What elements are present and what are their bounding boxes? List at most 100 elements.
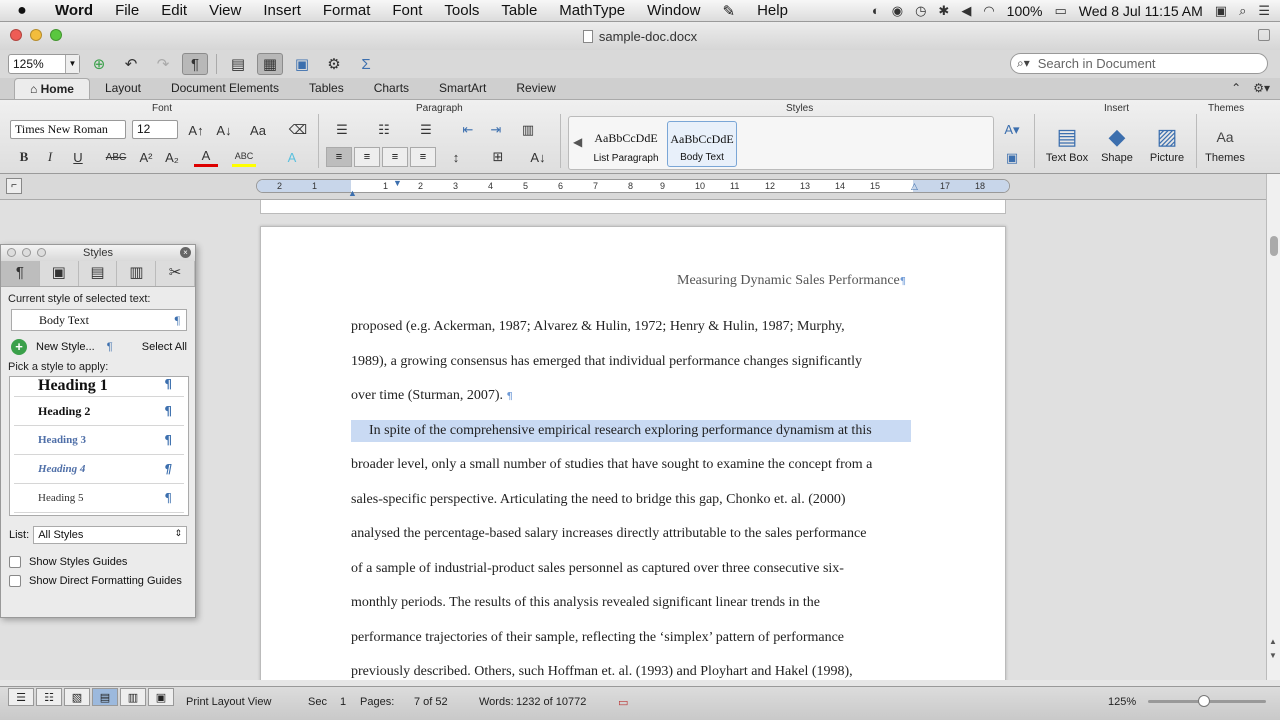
bluetooth-icon[interactable]: ✱ (938, 3, 949, 19)
underline-icon[interactable]: U (66, 147, 90, 167)
change-case-icon[interactable]: Aa (246, 120, 270, 140)
show-direct-formatting-row[interactable]: Show Direct Formatting Guides (1, 575, 195, 587)
menu-window[interactable]: Window (636, 2, 711, 19)
menu-view[interactable]: View (198, 2, 252, 19)
undo-icon[interactable]: ↶ (118, 53, 144, 75)
borders-icon[interactable]: ⊞ (486, 147, 510, 167)
script-menu-icon[interactable]: ✎ (712, 2, 747, 20)
clear-formatting-icon[interactable]: ⌫ (286, 120, 310, 140)
menu-font[interactable]: Font (381, 2, 433, 19)
wifi-icon[interactable]: ◠ (983, 3, 994, 19)
clock[interactable]: Wed 8 Jul 11:15 AM (1079, 3, 1203, 19)
menu-tools[interactable]: Tools (433, 2, 490, 19)
new-style-button[interactable]: New Style... (36, 341, 95, 353)
shrink-font-icon[interactable]: A↓ (212, 120, 236, 140)
show-formatting-icon[interactable]: ¶ (182, 53, 208, 75)
tab-selector-icon[interactable]: ⌐ (6, 178, 22, 194)
tools-tab-icon[interactable]: ✂ (156, 261, 195, 286)
menu-mathtype[interactable]: MathType (548, 2, 636, 19)
print-layout-icon[interactable]: ▦ (257, 53, 283, 75)
scroll-down-icon[interactable]: ▼ (1269, 651, 1277, 660)
style-heading-2[interactable]: Heading 2 ¶ (14, 397, 184, 426)
sync-icon[interactable]: ◐ (872, 3, 880, 18)
menu-help[interactable]: Help (746, 2, 799, 19)
zoom-slider[interactable] (1148, 695, 1266, 707)
close-window-button[interactable] (10, 29, 22, 41)
first-line-indent-marker[interactable]: ▼ (393, 178, 402, 188)
font-color-icon[interactable]: A (194, 147, 218, 167)
grow-font-icon[interactable]: A↑ (184, 120, 208, 140)
gallery-prev-icon[interactable]: ◀ (573, 135, 582, 149)
notebook-view-icon[interactable]: ▥ (120, 688, 146, 706)
left-indent-marker[interactable]: ▲ (348, 188, 357, 198)
line-spacing-icon[interactable]: ↕ (444, 147, 468, 167)
strikethrough-icon[interactable]: ABC (104, 147, 128, 167)
notification-list-icon[interactable]: ☰ (1258, 3, 1270, 19)
style-heading-1[interactable]: Heading 1 ¶ (14, 377, 184, 397)
sidebar-icon[interactable]: ▤ (225, 53, 251, 75)
full-screen-view-icon[interactable]: ▣ (148, 688, 174, 706)
insert-shape-button[interactable]: ◆ Shape (1090, 122, 1144, 164)
outline-view-icon[interactable]: ☷ (36, 688, 62, 706)
style-options-icon[interactable]: A▾ (1000, 120, 1024, 140)
styles-tab-icon[interactable]: ¶ (1, 261, 40, 286)
style-heading-4[interactable]: Heading 4 ¶ (14, 455, 184, 484)
subscript-icon[interactable]: A₂ (160, 147, 184, 167)
scrollbar-thumb[interactable] (1270, 236, 1278, 256)
palette-title-bar[interactable]: Styles × (1, 245, 195, 261)
italic-icon[interactable]: I (38, 147, 62, 167)
justify-icon[interactable]: ≡ (410, 147, 436, 167)
palette-min-dot[interactable] (22, 248, 31, 257)
tab-smartart[interactable]: SmartArt (424, 78, 501, 99)
time-machine-icon[interactable]: ◷ (915, 3, 926, 19)
zoom-slider-knob[interactable] (1198, 695, 1210, 707)
align-right-icon[interactable]: ≡ (382, 147, 408, 167)
align-center-icon[interactable]: ≡ (354, 147, 380, 167)
decrease-indent-icon[interactable]: ⇤ (456, 120, 480, 140)
sum-icon[interactable]: Σ (353, 53, 379, 75)
formatting-tab-icon[interactable]: ▣ (40, 261, 79, 286)
tab-tables[interactable]: Tables (294, 78, 359, 99)
show-styles-guides-row[interactable]: Show Styles Guides (1, 556, 195, 568)
palette-zoom-dot[interactable] (37, 248, 46, 257)
zoom-select[interactable]: 125% ▼ (8, 54, 80, 74)
battery-percent[interactable]: 100% (1007, 3, 1043, 19)
tab-review[interactable]: Review (501, 78, 570, 99)
font-name-select[interactable]: Times New Roman (10, 120, 126, 139)
bullets-icon[interactable]: ☰ (330, 120, 354, 140)
select-all-button[interactable]: Select All (142, 341, 187, 353)
eye-icon[interactable]: ◉ (892, 3, 903, 19)
menu-format[interactable]: Format (312, 2, 382, 19)
increase-indent-icon[interactable]: ⇥ (484, 120, 508, 140)
collapse-ribbon-icon[interactable]: ⌃ (1231, 81, 1241, 95)
publishing-view-icon[interactable]: ▧ (64, 688, 90, 706)
style-heading-5[interactable]: Heading 5 ¶ (14, 484, 184, 513)
zoom-window-button[interactable] (50, 29, 62, 41)
themes-button[interactable]: Aa Themes (1198, 122, 1252, 164)
styles-pane-icon[interactable]: ▣ (1000, 148, 1024, 168)
search-input[interactable]: ⌕▾ Search in Document (1010, 53, 1268, 74)
draft-view-icon[interactable]: ☰ (8, 688, 34, 706)
menu-insert[interactable]: Insert (252, 2, 312, 19)
font-size-select[interactable]: 12 (132, 120, 178, 139)
menu-table[interactable]: Table (490, 2, 548, 19)
add-icon[interactable]: + (11, 339, 27, 355)
select-all-icon[interactable]: ¶ (107, 341, 113, 353)
palette-close-dot[interactable] (7, 248, 16, 257)
gallery-icon[interactable]: ▣ (289, 53, 315, 75)
show-styles-guides-checkbox[interactable] (9, 556, 21, 568)
close-palette-icon[interactable]: × (180, 247, 191, 258)
redo-icon[interactable]: ↷ (150, 53, 176, 75)
ribbon-settings-icon[interactable]: ⚙▾ (1253, 81, 1270, 95)
tab-document-elements[interactable]: Document Elements (156, 78, 294, 99)
vertical-scrollbar[interactable]: ▲ ▼ (1266, 174, 1280, 680)
right-indent-marker[interactable]: △ (911, 181, 918, 192)
apple-menu-icon[interactable]: ● (0, 2, 44, 20)
new-document-icon[interactable]: ⊕ (86, 53, 112, 75)
scrapbook-tab-icon[interactable]: ▤ (79, 261, 118, 286)
toolbox-icon[interactable]: ⚙ (321, 53, 347, 75)
tab-charts[interactable]: Charts (359, 78, 424, 99)
style-card-list-paragraph[interactable]: AaBbCcDdE List Paragraph (591, 121, 661, 167)
tab-layout[interactable]: Layout (90, 78, 156, 99)
volume-icon[interactable]: ◀ (961, 3, 971, 19)
